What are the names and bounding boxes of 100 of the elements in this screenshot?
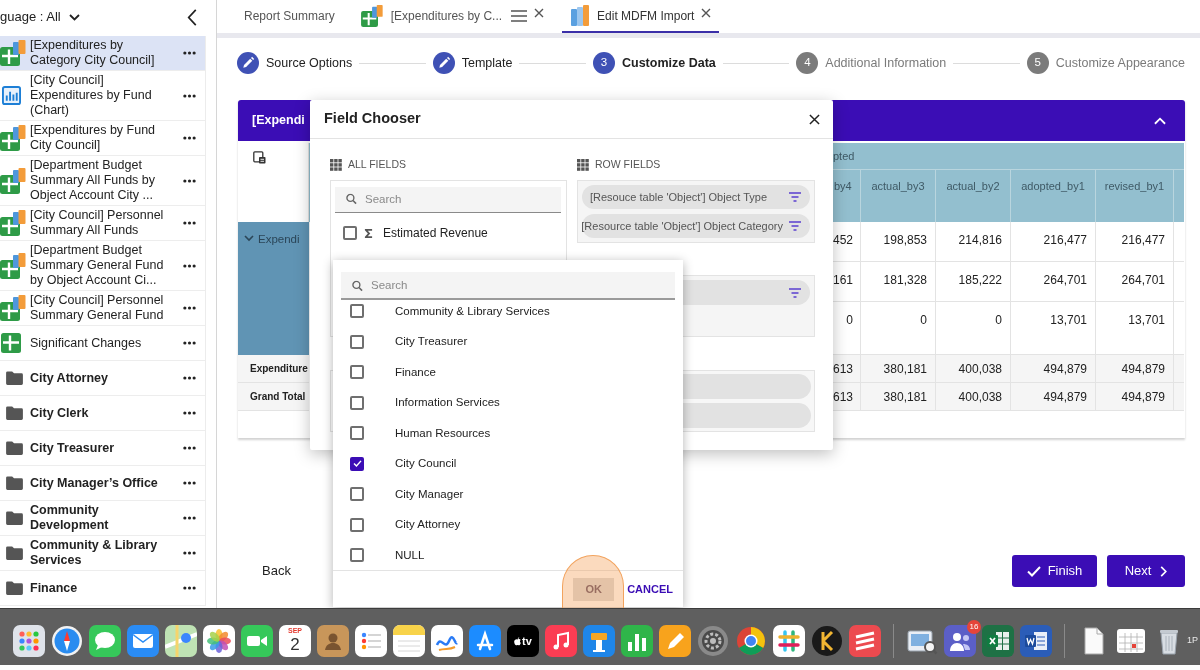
- a-symbol-icon[interactable]: [469, 625, 501, 657]
- filter-icon[interactable]: [789, 287, 801, 298]
- chevron-right-icon: [1160, 565, 1168, 577]
- checkbox[interactable]: [350, 487, 364, 502]
- close-icon[interactable]: [809, 113, 820, 125]
- envelope-icon[interactable]: [127, 625, 159, 657]
- checkbox[interactable]: [350, 334, 364, 349]
- ellipsis-icon[interactable]: [183, 586, 196, 590]
- cancel-button[interactable]: CANCEL: [627, 578, 673, 601]
- video-camera-icon[interactable]: [241, 625, 273, 657]
- checkbox[interactable]: [343, 226, 357, 240]
- ellipsis-icon[interactable]: [183, 411, 196, 415]
- ellipsis-icon[interactable]: [183, 136, 196, 140]
- menu-icon[interactable]: [511, 9, 528, 22]
- app-grid-icon[interactable]: [13, 625, 45, 657]
- step-label: Source Options: [266, 54, 353, 72]
- address-book-icon[interactable]: [317, 625, 349, 657]
- hashtag-icon[interactable]: [773, 625, 805, 657]
- ellipsis-icon[interactable]: [183, 51, 196, 55]
- chevron-left-icon[interactable]: [187, 8, 197, 26]
- calendar-day: 2: [290, 635, 300, 654]
- table-cell: 400,038: [936, 355, 1011, 383]
- option-label: Community & Library Services: [395, 303, 550, 319]
- ellipsis-icon[interactable]: [183, 481, 196, 485]
- column-header: actual_by2: [936, 170, 1011, 222]
- pen-icon[interactable]: [659, 625, 691, 657]
- ellipsis-icon[interactable]: [183, 263, 196, 268]
- table-cell: 494,879: [1011, 355, 1096, 383]
- ellipsis-icon[interactable]: [183, 306, 196, 310]
- tab[interactable]: Report Summary: [236, 0, 343, 33]
- drop-zone[interactable]: [Resouce table 'Object'] Object Type [Resource table 'Object'] Object Category: [577, 180, 815, 243]
- tab[interactable]: [Expenditures by C...: [352, 0, 553, 33]
- next-button[interactable]: Next: [1107, 555, 1185, 587]
- ellipsis-icon[interactable]: [183, 341, 196, 345]
- notepad-icon[interactable]: [393, 625, 425, 657]
- panel-title: [Expendi: [252, 112, 305, 130]
- speech-bubble-icon[interactable]: [89, 625, 121, 657]
- map-icon[interactable]: [165, 625, 197, 657]
- spreadsheet-with-books-icon: [360, 4, 384, 27]
- step-label: Additional Information: [825, 54, 947, 72]
- search-field[interactable]: Search: [341, 272, 675, 300]
- ellipsis-icon[interactable]: [183, 446, 196, 450]
- field-pill[interactable]: [Resource table 'Object'] Object Category: [582, 214, 810, 238]
- table-cell: 216,477: [1011, 222, 1096, 262]
- search-field[interactable]: Search: [335, 186, 561, 213]
- ellipsis-icon[interactable]: [183, 551, 196, 555]
- checkbox[interactable]: [350, 517, 364, 532]
- checkbox[interactable]: [350, 548, 364, 563]
- app-label: tv: [522, 635, 532, 647]
- emblem-icon[interactable]: [811, 625, 843, 657]
- people-icon[interactable]: [944, 625, 976, 657]
- table-settings-icon[interactable]: [253, 151, 266, 164]
- ellipsis-icon[interactable]: [183, 376, 196, 380]
- checkbox[interactable]: [350, 365, 364, 380]
- podium-icon[interactable]: [583, 625, 615, 657]
- finish-button[interactable]: Finish: [1012, 555, 1097, 587]
- checkbox[interactable]: [350, 304, 364, 319]
- ellipsis-icon[interactable]: [183, 93, 196, 98]
- close-icon[interactable]: [701, 7, 712, 18]
- checkbox[interactable]: [350, 395, 364, 410]
- ellipsis-icon[interactable]: [183, 516, 196, 520]
- tv-app-tile[interactable]: tv: [507, 625, 539, 657]
- table-cell: 181,328: [861, 262, 936, 302]
- table-cell: 400,038: [936, 383, 1011, 411]
- spreadsheet-with-books-icon: [0, 210, 27, 236]
- scribble-icon[interactable]: [431, 625, 463, 657]
- option-label: Human Resources: [395, 425, 491, 441]
- filter-icon[interactable]: [789, 192, 801, 202]
- ellipsis-icon[interactable]: [183, 178, 196, 183]
- column-header: [1174, 170, 1184, 222]
- filter-icon[interactable]: [789, 221, 801, 231]
- spreadsheet-icon[interactable]: [982, 625, 1014, 657]
- folder-icon: [6, 581, 23, 595]
- back-button[interactable]: Back: [256, 555, 297, 587]
- checkbox[interactable]: [350, 456, 364, 471]
- document-icon[interactable]: [1020, 625, 1052, 657]
- chevron-down-icon[interactable]: [244, 233, 254, 243]
- table-cell: 216,477: [1096, 222, 1174, 262]
- tricolor-circle-icon[interactable]: [735, 625, 767, 657]
- close-icon[interactable]: [534, 7, 545, 18]
- option-label: City Attorney: [395, 517, 461, 533]
- gear-icon[interactable]: [697, 625, 729, 657]
- checklist-icon[interactable]: [355, 625, 387, 657]
- books-icon: [570, 4, 591, 27]
- bar-chart-icon[interactable]: [621, 625, 653, 657]
- checkbox[interactable]: [350, 426, 364, 441]
- stripes-icon[interactable]: [849, 625, 881, 657]
- filter-dropdown[interactable]: guage : All: [0, 5, 80, 29]
- field-label: Estimated Revenue: [383, 225, 488, 242]
- compass-icon[interactable]: [51, 625, 83, 657]
- sidebar-item[interactable]: [Expenditures by Category City Council]: [0, 36, 205, 71]
- chevron-up-icon[interactable]: [1154, 116, 1166, 125]
- music-note-icon[interactable]: [545, 625, 577, 657]
- option-label: NULL: [395, 547, 425, 563]
- step-label: Template: [461, 54, 513, 72]
- field-pill[interactable]: [Resouce table 'Object'] Object Type: [582, 185, 810, 209]
- ellipsis-icon[interactable]: [183, 221, 196, 225]
- option-label: Information Services: [395, 395, 500, 411]
- flower-icon[interactable]: [203, 625, 235, 657]
- chevron-down-icon: [68, 13, 80, 21]
